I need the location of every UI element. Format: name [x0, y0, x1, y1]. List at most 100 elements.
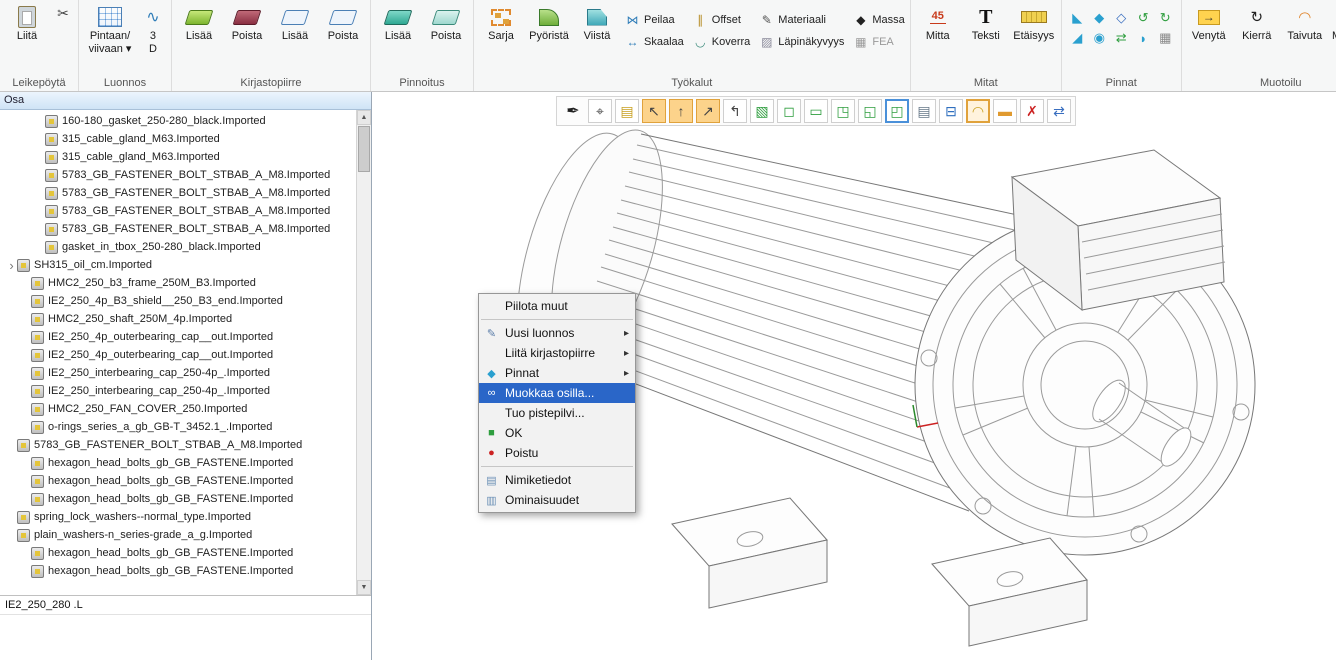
surface-join-icon[interactable]: ◉ [1089, 29, 1110, 47]
tree-item[interactable]: 315_cable_gland_M63.Imported [0, 148, 356, 166]
slab-view-icon[interactable]: ▭ [804, 99, 828, 123]
tree-item[interactable]: 5783_GB_FASTENER_BOLT_STBAB_A_M8.Importe… [0, 220, 356, 238]
delete-face-icon[interactable]: ✗ [1020, 99, 1044, 123]
scroll-down-button[interactable]: ▼ [357, 580, 371, 595]
text-button[interactable]: T Teksti [962, 1, 1010, 43]
layers-icon[interactable]: ⊟ [939, 99, 963, 123]
chamfer-button[interactable]: Viistä [573, 1, 621, 43]
tree-item[interactable]: IE2_250_4p_outerbearing_cap__out.Importe… [0, 328, 356, 346]
menu-item[interactable]: Piilota muut [479, 296, 635, 316]
coating-delete-button[interactable]: Poista [422, 1, 470, 43]
tree-item[interactable]: 5783_GB_FASTENER_BOLT_STBAB_A_M8.Importe… [0, 436, 356, 454]
hollow-button[interactable]: ◡ Koverra [693, 31, 751, 53]
menu-item[interactable]: ▤Nimiketiedot [479, 470, 635, 490]
surface-rotate-right-icon[interactable]: ↻ [1155, 9, 1176, 27]
surface-patch-icon[interactable]: ◆ [1089, 9, 1110, 27]
feature-add-button[interactable]: Lisää [175, 1, 223, 43]
snap-face-icon[interactable]: ↗ [696, 99, 720, 123]
sheet-list-icon[interactable]: ▤ [912, 99, 936, 123]
paste-button[interactable]: Liitä [3, 1, 51, 43]
menu-item[interactable]: ◆Pinnat▸ [479, 363, 635, 383]
wire-cube-icon[interactable]: ◻ [777, 99, 801, 123]
menu-item[interactable]: Tuo pistepilvi... [479, 403, 635, 423]
fillet-button[interactable]: Pyöristä [525, 1, 573, 43]
tree-item[interactable]: HMC2_250_shaft_250M_4p.Imported [0, 310, 356, 328]
orange-slab-icon[interactable]: ▬ [993, 99, 1017, 123]
scale-button[interactable]: ↔ Skaalaa [625, 31, 684, 53]
dimension-button[interactable]: 45 Mitta [914, 1, 962, 43]
coating-add-button[interactable]: Lisää [374, 1, 422, 43]
bend-button[interactable]: ◠ Taivuta [1281, 1, 1329, 43]
sketch-on-face-button[interactable]: Pintaan/ viivaan ▾ [82, 1, 138, 55]
model-viewport[interactable]: ✒⌖▤↖↑↗↰▧◻▭◳◱◰▤⊟◠▬✗⇄ Piilota muut✎Uusi lu… [372, 92, 1336, 660]
tree-item[interactable]: plain_washers-n_series-grade_a_g.Importe… [0, 526, 356, 544]
tree-item[interactable]: 160-180_gasket_250-280_black.Imported [0, 112, 356, 130]
refresh-view-icon[interactable]: ⇄ [1047, 99, 1071, 123]
menu-item[interactable]: ■OK [479, 423, 635, 443]
select-new-icon[interactable]: ⌖ [588, 99, 612, 123]
menu-item[interactable]: ∞Muokkaa osilla... [479, 383, 635, 403]
surface-half-icon[interactable]: ◗ [1133, 29, 1154, 47]
tree-item[interactable]: hexagon_head_bolts_gb_GB_FASTENE.Importe… [0, 544, 356, 562]
freeform-button[interactable]: ▦ Muotoile [1329, 1, 1336, 43]
tree-item[interactable]: IE2_250_4p_outerbearing_cap__out.Importe… [0, 346, 356, 364]
surface-extend-icon[interactable]: ◇ [1111, 9, 1132, 27]
tree-item[interactable]: hexagon_head_bolts_gb_GB_FASTENE.Importe… [0, 490, 356, 508]
stretch-button[interactable]: → Venytä [1185, 1, 1233, 43]
library-add-button[interactable]: Lisää [271, 1, 319, 43]
tree-item[interactable]: ›SH315_oil_cm.Imported [0, 256, 356, 274]
tree-item[interactable]: 5783_GB_FASTENER_BOLT_STBAB_A_M8.Importe… [0, 202, 356, 220]
tree-item[interactable]: 315_cable_gland_M63.Imported [0, 130, 356, 148]
material-button[interactable]: ✎ Materiaali [759, 9, 844, 31]
cut-button[interactable]: ✂ [51, 1, 75, 22]
select-body-icon[interactable]: ◰ [885, 99, 909, 123]
fea-button[interactable]: ▦ FEA [853, 31, 904, 53]
surface-rotate-left-icon[interactable]: ↺ [1133, 9, 1154, 27]
tree-item[interactable]: HMC2_250_b3_frame_250M_B3.Imported [0, 274, 356, 292]
menu-item[interactable]: ●Poistu [479, 443, 635, 463]
snap-point-icon[interactable]: ↖ [642, 99, 666, 123]
tree-item[interactable]: gasket_in_tbox_250-280_black.Imported [0, 238, 356, 256]
surface-curve-icon[interactable]: ◠ [966, 99, 990, 123]
pin-icon[interactable]: ✒ [561, 99, 585, 123]
shaded-cube-icon[interactable]: ▧ [750, 99, 774, 123]
mirror-button[interactable]: ⋈ Peilaa [625, 9, 684, 31]
pattern-button[interactable]: Sarja [477, 1, 525, 43]
menu-item[interactable]: Liitä kirjastopiirre▸ [479, 343, 635, 363]
library-delete-button[interactable]: Poista [319, 1, 367, 43]
offset-button[interactable]: ∥ Offset [693, 9, 751, 31]
tree-item[interactable]: hexagon_head_bolts_gb_GB_FASTENE.Importe… [0, 454, 356, 472]
tree-item[interactable]: 5783_GB_FASTENER_BOLT_STBAB_A_M8.Importe… [0, 166, 356, 184]
corner-cube-icon[interactable]: ◱ [858, 99, 882, 123]
pick-element-icon[interactable]: ↰ [723, 99, 747, 123]
surface-mesh-icon[interactable]: ▦ [1155, 29, 1176, 47]
tree-item[interactable]: IE2_250_4p_B3_shield__250_B3_end.Importe… [0, 292, 356, 310]
surface-swap-icon[interactable]: ⇄ [1111, 29, 1132, 47]
expand-chevron-icon[interactable]: › [6, 258, 17, 273]
tree-item[interactable]: IE2_250_interbearing_cap_250-4p_.Importe… [0, 382, 356, 400]
snap-line-icon[interactable]: ↑ [669, 99, 693, 123]
scroll-up-button[interactable]: ▲ [357, 110, 371, 125]
tree-item[interactable]: o-rings_series_a_gb_GB-T_3452.1_.Importe… [0, 418, 356, 436]
transparency-button[interactable]: ▨ Läpinäkyvyys [759, 31, 844, 53]
sketch-3d-button[interactable]: ∿ 3 D [138, 1, 168, 55]
tree-item[interactable]: hexagon_head_bolts_gb_GB_FASTENE.Importe… [0, 562, 356, 580]
twist-button[interactable]: ↻ Kierrä [1233, 1, 1281, 43]
tree-item[interactable]: spring_lock_washers--normal_type.Importe… [0, 508, 356, 526]
tree-scrollbar[interactable]: ▲ ▼ [356, 110, 371, 595]
surface-split-icon[interactable]: ◢ [1067, 29, 1088, 47]
iso-cube-icon[interactable]: ◳ [831, 99, 855, 123]
tree-item[interactable]: HMC2_250_FAN_COVER_250.Imported [0, 400, 356, 418]
feature-delete-button[interactable]: Poista [223, 1, 271, 43]
menu-item[interactable]: ▥Ominaisuudet [479, 490, 635, 510]
surface-cut-icon[interactable]: ◣ [1067, 9, 1088, 27]
scroll-thumb[interactable] [358, 126, 370, 172]
part-name-field[interactable]: IE2_250_280 .L [0, 596, 371, 615]
mass-button[interactable]: ◆ Massa [853, 9, 904, 31]
distance-button[interactable]: Etäisyys [1010, 1, 1058, 43]
tree-item[interactable]: IE2_250_interbearing_cap_250-4p_.Importe… [0, 364, 356, 382]
tree-item[interactable]: hexagon_head_bolts_gb_GB_FASTENE.Importe… [0, 472, 356, 490]
menu-item[interactable]: ✎Uusi luonnos▸ [479, 323, 635, 343]
hatch-fill-icon[interactable]: ▤ [615, 99, 639, 123]
tree-item[interactable]: 5783_GB_FASTENER_BOLT_STBAB_A_M8.Importe… [0, 184, 356, 202]
